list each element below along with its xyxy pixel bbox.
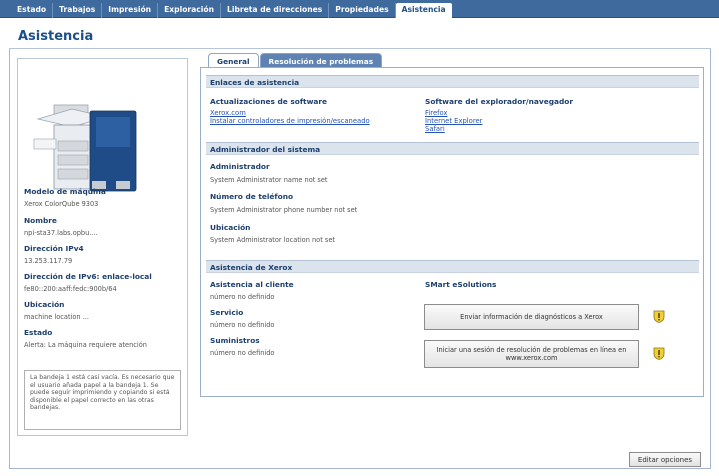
ipv4-label: Dirección IPv4: [24, 244, 84, 253]
tab-exploracion[interactable]: Exploración: [158, 3, 222, 18]
tab-asistencia[interactable]: Asistencia: [395, 3, 452, 18]
customer-support-value: número no definido: [210, 293, 275, 301]
top-nav: Estado Trabajos Impresión Exploración Li…: [11, 3, 452, 18]
customer-support-label: Asistencia al cliente: [210, 280, 294, 289]
install-drivers-link[interactable]: Instalar controladores de impresión/esca…: [210, 117, 370, 125]
tab-general[interactable]: General: [208, 53, 259, 68]
admin-location-value: System Administrator location not set: [210, 236, 335, 244]
tab-impresion[interactable]: Impresión: [102, 3, 159, 18]
model-label: Modelo de máquina: [24, 187, 106, 196]
admin-location-label: Ubicación: [210, 223, 251, 232]
xerox-support-header: Asistencia de Xerox: [206, 260, 699, 273]
send-diagnostics-button[interactable]: Enviar información de diagnósticos a Xer…: [424, 304, 639, 330]
model-value: Xerox ColorQube 9303: [24, 200, 99, 208]
software-updates-label: Actualizaciones de software: [210, 97, 328, 106]
service-label: Servicio: [210, 308, 244, 317]
location-value: machine location ...: [24, 313, 89, 321]
supplies-value: número no definido: [210, 349, 275, 357]
name-value: npi-sta37.labs.opbu....: [24, 229, 98, 237]
browser-software-label: Software del explorador/navegador: [425, 97, 573, 106]
tab-estado[interactable]: Estado: [11, 3, 54, 18]
tab-propiedades[interactable]: Propiedades: [329, 3, 396, 18]
page-title: Asistencia: [18, 29, 94, 44]
phone-label: Número de teléfono: [210, 192, 294, 201]
firefox-link[interactable]: Firefox: [425, 109, 448, 117]
location-label: Ubicación: [24, 300, 65, 309]
general-content-panel: Enlaces de asistencia Actualizaciones de…: [200, 67, 704, 397]
tab-trabajos[interactable]: Trabajos: [53, 3, 103, 18]
ipv6-label: Dirección de IPv6: enlace-local: [24, 272, 152, 281]
ipv6-value: fe80::200:aaff:fedc:900b/64: [24, 285, 117, 293]
machine-info-panel: Modelo de máquina Xerox ColorQube 9303 N…: [17, 58, 188, 436]
status-value: Alerta: La máquina requiere atención: [24, 341, 147, 349]
ipv4-value: 13.253.117.79: [24, 257, 73, 265]
phone-value: System Administrator phone number not se…: [210, 206, 358, 214]
smart-esolutions-label: SMart eSolutions: [425, 280, 497, 289]
admin-value: System Administrator name not set: [210, 176, 328, 184]
xerox-com-link[interactable]: Xerox.com: [210, 109, 246, 117]
send-diagnostics-help-icon[interactable]: [653, 310, 665, 323]
online-troubleshooting-help-icon[interactable]: [653, 347, 665, 360]
support-links-header: Enlaces de asistencia: [206, 75, 699, 88]
supplies-label: Suministros: [210, 336, 260, 345]
service-value: número no definido: [210, 321, 275, 329]
tray-alert-message: La bandeja 1 está casi vacía. Es necesar…: [24, 370, 181, 430]
edit-options-button[interactable]: Editar opciones: [629, 452, 701, 467]
printer-image: [33, 104, 137, 192]
tab-resolucion-de-problemas[interactable]: Resolución de problemas: [259, 53, 383, 68]
online-troubleshooting-button[interactable]: Iniciar una sesión de resolución de prob…: [424, 340, 639, 368]
safari-link[interactable]: Safari: [425, 125, 445, 133]
content-tabs: General Resolución de problemas: [208, 53, 383, 68]
admin-label: Administrador: [210, 162, 270, 171]
sysadmin-header: Administrador del sistema: [206, 142, 699, 155]
internet-explorer-link[interactable]: Internet Explorer: [425, 117, 482, 125]
name-label: Nombre: [24, 216, 57, 225]
status-label: Estado: [24, 328, 53, 337]
tab-libreta-de-direcciones[interactable]: Libreta de direcciones: [221, 3, 330, 18]
